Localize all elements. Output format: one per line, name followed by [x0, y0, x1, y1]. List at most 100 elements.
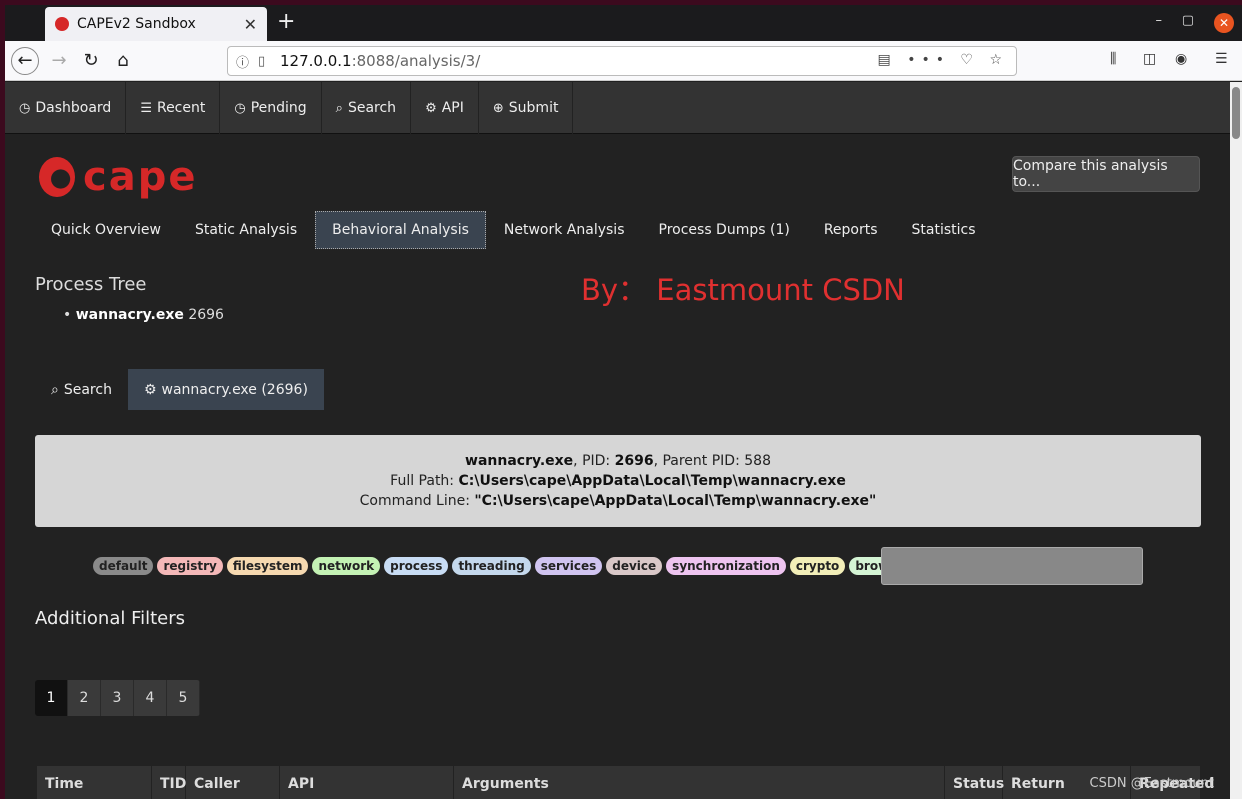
search-icon: ⌕ — [335, 100, 343, 116]
tab-bar: CAPEv2 Sandbox ✕ + – ▢ ✕ — [5, 5, 1242, 41]
filter-filesystem[interactable]: filesystem — [226, 557, 309, 575]
nav-dashboard[interactable]: ◷ Dashboard — [5, 82, 127, 134]
page-scrollbar[interactable] — [1230, 82, 1242, 799]
filter-process[interactable]: process — [384, 557, 449, 575]
url-bar[interactable]: ⓘ ▯ 127.0.0.1 :8088/analysis/3/ ▤ ••• ♡ … — [227, 46, 1017, 76]
nav-pending[interactable]: ◷ Pending — [220, 82, 322, 134]
page-actions-icon[interactable]: ••• — [907, 52, 950, 68]
additional-filters-heading: Additional Filters — [35, 608, 186, 629]
nav-label: Search — [347, 100, 397, 116]
cape-navbar: ◷ Dashboard ☰ Recent ◷ Pending ⌕ Search … — [5, 82, 1230, 134]
clock-icon: ◷ — [234, 100, 246, 116]
nav-label: Dashboard — [35, 100, 112, 116]
page-link[interactable]: 1 — [35, 680, 68, 716]
column-header[interactable]: Status — [945, 766, 1004, 799]
nav-label: Recent — [156, 100, 206, 116]
command-line-line: Command Line: "C:\Users\cape\AppData\Loc… — [35, 491, 1201, 511]
column-header[interactable]: API — [280, 766, 454, 799]
scrollbar-thumb[interactable] — [1232, 87, 1240, 139]
process-tree-item: • wannacry.exe 2696 — [63, 307, 224, 323]
tab-quick-overview[interactable]: Quick Overview — [35, 211, 177, 249]
cape-favicon-icon — [55, 17, 69, 31]
back-icon[interactable]: ← — [11, 47, 39, 75]
filter-device[interactable]: device — [606, 557, 663, 575]
dashboard-icon: ◷ — [19, 100, 31, 116]
nav-submit[interactable]: ⊕ Submit — [479, 82, 574, 134]
nav-search[interactable]: ⌕ Search — [322, 82, 412, 134]
bookmark-star-icon[interactable]: ☆ — [989, 52, 1008, 68]
tab-process-dumps[interactable]: Process Dumps (1) — [643, 211, 806, 249]
upload-icon: ⊕ — [492, 100, 504, 116]
fullpath-label: Full Path: — [390, 473, 459, 489]
process-info-line: wannacry.exe, PID: 2696, Parent PID: 588 — [35, 451, 1201, 471]
filter-search-input[interactable] — [881, 547, 1143, 585]
filter-network[interactable]: network — [312, 557, 381, 575]
filter-services[interactable]: services — [534, 557, 603, 575]
account-icon[interactable]: ◉ — [1175, 51, 1187, 67]
url-tools: ▤ ••• ♡ ☆ — [878, 52, 1009, 68]
forward-icon[interactable]: → — [45, 47, 73, 75]
pocket-icon[interactable]: ♡ — [960, 52, 979, 68]
reload-icon[interactable]: ↻ — [77, 47, 105, 75]
url-host: 127.0.0.1 — [280, 52, 352, 70]
column-header[interactable]: Arguments — [454, 766, 945, 799]
analysis-tabs: Quick Overview Static Analysis Behaviora… — [35, 211, 994, 249]
compare-analysis-button[interactable]: Compare this analysis to... — [1012, 156, 1200, 192]
filter-synchronization[interactable]: synchronization — [666, 557, 786, 575]
library-icon[interactable]: ⫼ — [1110, 51, 1116, 67]
pid-label: , PID: — [573, 453, 615, 469]
window-close-icon[interactable]: ✕ — [1214, 13, 1234, 33]
process-tree-title: Process Tree — [35, 274, 147, 295]
process-name[interactable]: wannacry.exe — [76, 307, 184, 323]
filter-threading[interactable]: threading — [452, 557, 531, 575]
column-header[interactable]: Time — [37, 766, 152, 799]
page-link[interactable]: 3 — [101, 680, 134, 716]
page-link[interactable]: 4 — [134, 680, 167, 716]
browser-tab[interactable]: CAPEv2 Sandbox ✕ — [45, 7, 267, 41]
subtab-label: wannacry.exe (2696) — [161, 381, 308, 398]
minimize-icon[interactable]: – — [1156, 13, 1163, 28]
column-header[interactable]: TID — [152, 766, 186, 799]
subtab-search[interactable]: ⌕ Search — [35, 369, 128, 410]
logo-wordmark: cape — [83, 154, 198, 200]
process-info-panel: wannacry.exe, PID: 2696, Parent PID: 588… — [35, 435, 1201, 527]
navigation-toolbar: ← → ↻ ⌂ ⓘ ▯ 127.0.0.1 :8088/analysis/3/ … — [5, 41, 1242, 81]
csdn-watermark: CSDN @Eastmount — [1089, 776, 1214, 791]
tab-statistics[interactable]: Statistics — [896, 211, 992, 249]
site-info-icon[interactable]: ⓘ — [236, 52, 258, 71]
tab-static-analysis[interactable]: Static Analysis — [179, 211, 313, 249]
filter-default[interactable]: default — [93, 557, 154, 575]
cmdline-label: Command Line: — [359, 493, 475, 509]
nav-label: Submit — [508, 100, 559, 116]
column-header[interactable]: Caller — [186, 766, 280, 799]
tab-network-analysis[interactable]: Network Analysis — [488, 211, 641, 249]
info-cmdline: "C:\Users\cape\AppData\Local\Temp\wannac… — [474, 493, 877, 509]
tab-reports[interactable]: Reports — [808, 211, 894, 249]
close-tab-icon[interactable]: ✕ — [244, 15, 257, 34]
pagination: 12345 — [35, 680, 200, 716]
filter-registry[interactable]: registry — [157, 557, 223, 575]
url-path: :8088/analysis/3/ — [351, 52, 481, 70]
reader-view-icon[interactable]: ▤ — [878, 52, 897, 68]
full-path-line: Full Path: C:\Users\cape\AppData\Local\T… — [35, 471, 1201, 491]
page-link[interactable]: 5 — [167, 680, 200, 716]
filter-crypto[interactable]: crypto — [789, 557, 846, 575]
home-icon[interactable]: ⌂ — [109, 47, 137, 75]
cape-logo[interactable]: cape — [39, 154, 197, 200]
menu-icon[interactable]: ☰ — [1215, 51, 1228, 67]
subtab-label: Search — [63, 381, 112, 398]
search-icon: ⌕ — [51, 381, 59, 398]
tab-behavioral-analysis[interactable]: Behavioral Analysis — [315, 211, 486, 249]
maximize-icon[interactable]: ▢ — [1182, 13, 1194, 28]
new-tab-icon[interactable]: + — [277, 9, 295, 34]
info-pid: 2696 — [614, 453, 654, 469]
nav-recent[interactable]: ☰ Recent — [126, 82, 221, 134]
info-fullpath: C:\Users\cape\AppData\Local\Temp\wannacr… — [458, 473, 846, 489]
subtab-process[interactable]: ⚙ wannacry.exe (2696) — [127, 369, 324, 410]
nav-api[interactable]: ⚙ API — [411, 82, 479, 134]
cape-logo-icon — [39, 157, 75, 197]
category-filters: default registry filesystem network process t… — [93, 557, 953, 575]
sidebar-icon[interactable]: ◫ — [1143, 51, 1156, 67]
info-process-name: wannacry.exe — [465, 453, 574, 469]
page-link[interactable]: 2 — [68, 680, 101, 716]
